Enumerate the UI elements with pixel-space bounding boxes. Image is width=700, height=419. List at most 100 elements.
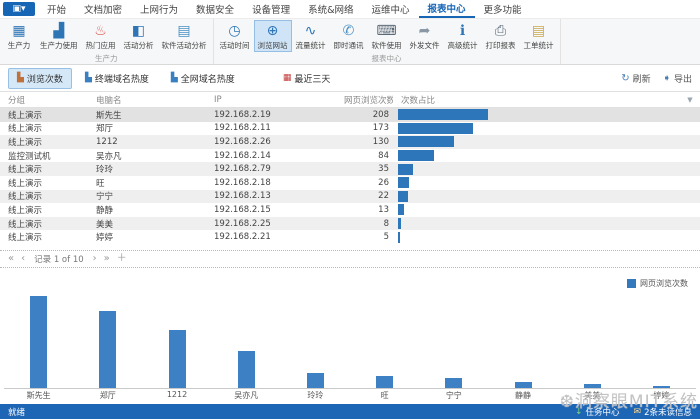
cell-computer-name: 宁宁 xyxy=(88,190,206,202)
ribbon-button[interactable]: ➦外发文件 xyxy=(406,20,444,52)
view-tab-icon: ▙ xyxy=(171,73,178,83)
cell-count: 13 xyxy=(336,205,393,215)
table-row[interactable]: 线上演示郑厅192.168.2.11173 xyxy=(0,122,700,136)
cell-computer-name: 郑厅 xyxy=(88,122,206,134)
ribbon-group: ◷活动时间⊕浏览网站∿流量统计✆即时通讯⌨软件使用➦外发文件ℹ高级统计⎙打印报表… xyxy=(214,19,561,64)
chart-x-label: 1212 xyxy=(142,390,211,402)
ribbon-button[interactable]: ◧活动分析 xyxy=(120,20,158,52)
cell-ratio-bar xyxy=(393,109,680,120)
col-header-ip[interactable]: IP xyxy=(206,95,336,105)
ribbon-button-icon: ◷ xyxy=(228,23,240,39)
table-row[interactable]: 线上演示1212192.168.2.26130 xyxy=(0,135,700,149)
col-header-computer[interactable]: 电脑名 xyxy=(88,94,206,106)
menu-items: 开始文档加密上网行为数据安全设备管理系统&网络运维中心报表中心更多功能 xyxy=(38,0,531,18)
chart-bar[interactable] xyxy=(445,378,462,388)
pager-add-icon[interactable]: ＋ xyxy=(117,254,127,264)
menu-item[interactable]: 上网行为 xyxy=(131,0,187,18)
table-row[interactable]: 线上演示美美192.168.2.258 xyxy=(0,217,700,231)
ribbon-group-label: 生产力 xyxy=(2,52,211,66)
table-row[interactable]: 线上演示静静192.168.2.1513 xyxy=(0,203,700,217)
unread-messages-button[interactable]: ✉ 2条未读信息 xyxy=(634,406,692,418)
ribbon-button[interactable]: ⌨软件使用 xyxy=(368,20,406,52)
legend-label: 网页浏览次数 xyxy=(640,278,688,289)
status-right: ↓ 任务中心 ✉ 2条未读信息 xyxy=(575,406,692,418)
column-filter-icon[interactable]: ▼ xyxy=(680,96,700,104)
app-menu-button[interactable]: ▣▾ xyxy=(3,2,35,16)
ribbon-button-icon: ∿ xyxy=(305,23,317,39)
ribbon-button[interactable]: ▤工单统计 xyxy=(520,20,558,52)
ribbon-button[interactable]: ℹ高级统计 xyxy=(444,20,482,52)
menu-item[interactable]: 报表中心 xyxy=(419,0,475,18)
view-tab[interactable]: ▙全网域名热度 xyxy=(162,68,244,89)
ribbon-button[interactable]: ▤软件活动分析 xyxy=(158,20,211,52)
table-row[interactable]: 线上演示婷婷192.168.2.215 xyxy=(0,230,700,244)
cell-group: 线上演示 xyxy=(0,231,88,243)
table-row[interactable]: 线上演示斯先生192.168.2.19208 xyxy=(0,108,700,122)
ribbon-button[interactable]: ◷活动时间 xyxy=(216,20,254,52)
chart-bar[interactable] xyxy=(169,330,186,388)
chart-bar[interactable] xyxy=(653,386,670,388)
date-filter[interactable]: ▦ 最近三天 xyxy=(274,68,340,89)
table-row[interactable]: 线上演示旺192.168.2.1826 xyxy=(0,176,700,190)
cell-ip: 192.168.2.18 xyxy=(206,178,336,188)
ribbon-button[interactable]: ∿流量统计 xyxy=(292,20,330,52)
chart-bar[interactable] xyxy=(99,311,116,388)
chart-bar-slot xyxy=(419,292,488,388)
pager-prev-icon[interactable]: ‹ xyxy=(21,254,25,264)
chart-bar[interactable] xyxy=(584,384,601,388)
ratio-bar xyxy=(398,164,413,175)
pager-next-icon[interactable]: › xyxy=(93,254,97,264)
chart-bar[interactable] xyxy=(307,373,324,388)
ribbon-button[interactable]: ✆即时通讯 xyxy=(330,20,368,52)
ribbon-button[interactable]: ⎙打印报表 xyxy=(482,20,520,52)
chart-bar[interactable] xyxy=(238,351,255,388)
col-header-ratio[interactable]: 次数占比 xyxy=(393,94,680,106)
menu-item[interactable]: 更多功能 xyxy=(475,0,531,18)
task-center-label: 任务中心 xyxy=(586,406,620,418)
cell-group: 线上演示 xyxy=(0,122,88,134)
export-button[interactable]: ➧ 导出 xyxy=(663,72,692,85)
ribbon-button[interactable]: ▟生产力使用 xyxy=(36,20,82,52)
refresh-button[interactable]: ↻ 刷新 xyxy=(621,72,650,85)
cell-group: 线上演示 xyxy=(0,218,88,230)
cell-ip: 192.168.2.79 xyxy=(206,164,336,174)
ratio-bar xyxy=(398,218,401,229)
pager-last-icon[interactable]: » xyxy=(104,254,110,264)
chart-x-label: 美美 xyxy=(558,390,627,402)
menu-item[interactable]: 文档加密 xyxy=(75,0,131,18)
chart-bar[interactable] xyxy=(376,376,393,388)
ribbon-button[interactable]: ⊕浏览网站 xyxy=(254,20,292,52)
menu-item[interactable]: 设备管理 xyxy=(243,0,299,18)
menu-item[interactable]: 运维中心 xyxy=(363,0,419,18)
table-row[interactable]: 线上演示玲玲192.168.2.7935 xyxy=(0,162,700,176)
table-row[interactable]: 线上演示宁宁192.168.2.1322 xyxy=(0,190,700,204)
col-header-group[interactable]: 分组 xyxy=(0,94,88,106)
cell-computer-name: 1212 xyxy=(88,137,206,147)
cell-ip: 192.168.2.11 xyxy=(206,123,336,133)
cell-ip: 192.168.2.26 xyxy=(206,137,336,147)
chart-bar-slot xyxy=(142,292,211,388)
ribbon-button[interactable]: ▦生产力 xyxy=(2,20,36,52)
toolbar-actions: ↻ 刷新 ➧ 导出 xyxy=(621,72,692,85)
view-tab[interactable]: ▙终端域名热度 xyxy=(76,68,158,89)
view-toolbar: ▙浏览次数▙终端域名热度▙全网域名热度 ▦ 最近三天 ↻ 刷新 ➧ 导出 xyxy=(0,65,700,91)
chart-bar[interactable] xyxy=(515,382,532,388)
cell-ratio-bar xyxy=(393,123,680,134)
menu-item[interactable]: 开始 xyxy=(38,0,75,18)
ribbon-button-label: 生产力 xyxy=(8,40,31,51)
table-row[interactable]: 监控测试机吴亦凡192.168.2.1484 xyxy=(0,149,700,163)
pager-first-icon[interactable]: « xyxy=(8,254,14,264)
chart-bar[interactable] xyxy=(30,296,47,388)
status-ready-label: 就绪 xyxy=(8,406,25,418)
menu-item[interactable]: 系统&网络 xyxy=(299,0,362,18)
chart-x-label: 玲玲 xyxy=(281,390,350,402)
menu-item[interactable]: 数据安全 xyxy=(187,0,243,18)
view-tab[interactable]: ▙浏览次数 xyxy=(8,68,72,89)
ribbon-button-icon: ✆ xyxy=(343,23,355,39)
cell-ratio-bar xyxy=(393,204,680,215)
col-header-count[interactable]: 网页浏览次数 xyxy=(336,94,393,106)
calendar-icon: ▦ xyxy=(283,73,292,83)
task-center-button[interactable]: ↓ 任务中心 xyxy=(575,406,620,418)
ribbon-button[interactable]: ♨热门应用 xyxy=(82,20,120,52)
ribbon-button-icon: ℹ xyxy=(460,23,465,39)
